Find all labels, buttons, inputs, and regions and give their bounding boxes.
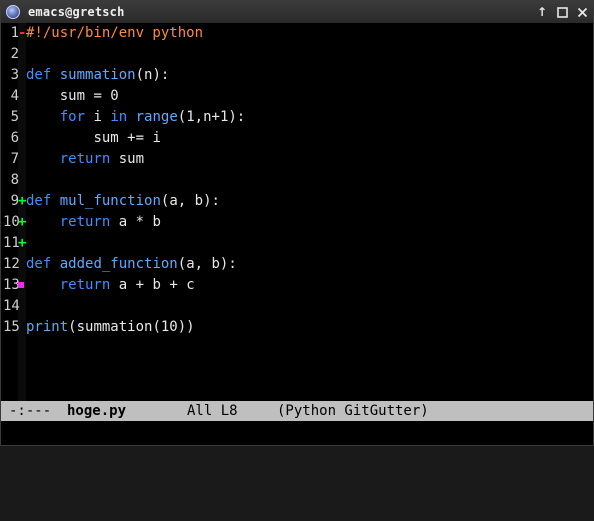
modeline-major-mode[interactable]: (Python GitGutter) xyxy=(277,401,429,421)
code-line[interactable]: 8 xyxy=(1,170,593,191)
minibuffer[interactable] xyxy=(1,421,593,445)
code-text: return a * b xyxy=(59,214,161,230)
mode-line[interactable]: -:--- hoge.py All L8 (Python GitGutter) xyxy=(1,401,593,421)
line-number: 2 xyxy=(10,46,19,62)
code-text: sum += i xyxy=(93,130,161,146)
line-number: 8 xyxy=(10,172,19,188)
editor-buffer[interactable]: 1- #!/usr/bin/env python 2 3 def summation(n… xyxy=(1,23,593,401)
line-number: 7 xyxy=(10,151,19,167)
code-line[interactable]: 4 sum = 0 xyxy=(1,86,593,107)
code-text: for i in range(1,n+1): xyxy=(59,109,246,125)
line-number: 6 xyxy=(10,130,19,146)
gitgutter-added-icon: + xyxy=(18,193,27,209)
line-number: 9 xyxy=(10,193,19,209)
code-text: def added_function(a, b): xyxy=(26,256,237,272)
line-number: 15 xyxy=(3,319,20,335)
emacs-window: emacs@gretsch ↑ 1- #!/usr/bin/env python 2… xyxy=(0,0,594,446)
gitgutter-added-icon: + xyxy=(18,214,27,230)
code-line[interactable]: 6 sum += i xyxy=(1,128,593,149)
code-line[interactable]: 14 xyxy=(1,296,593,317)
code-line[interactable]: 15 print(summation(10)) xyxy=(1,317,593,338)
code-line[interactable]: 3 def summation(n): xyxy=(1,65,593,86)
code-text: #!/usr/bin/env python xyxy=(26,25,204,41)
line-number: 1 xyxy=(10,25,19,41)
code-line[interactable]: 10 + return a * b xyxy=(1,212,593,233)
window-title: emacs@gretsch xyxy=(28,5,125,19)
title-bar[interactable]: emacs@gretsch ↑ xyxy=(1,1,593,23)
code-line[interactable]: 1- #!/usr/bin/env python xyxy=(1,23,593,44)
modeline-status: -:--- xyxy=(9,403,52,419)
code-text: return a + b + c xyxy=(59,277,195,293)
close-icon xyxy=(577,7,587,17)
emacs-app-icon[interactable] xyxy=(6,5,20,19)
code-line[interactable]: 12 def added_function(a, b): xyxy=(1,254,593,275)
code-text: print(summation(10)) xyxy=(26,319,195,335)
modeline-position: All L8 xyxy=(187,403,238,419)
line-number: 12 xyxy=(3,256,20,272)
line-number: 5 xyxy=(10,109,19,125)
code-line[interactable]: 11 + xyxy=(1,233,593,254)
line-number: 14 xyxy=(3,298,20,314)
line-number: 13 xyxy=(3,277,20,293)
arrow-up-icon: ↑ xyxy=(536,5,548,19)
modeline-buffer-name[interactable]: hoge.py xyxy=(67,401,126,421)
line-number: 11 xyxy=(3,235,20,251)
gitgutter-deleted-icon: - xyxy=(18,25,27,41)
code-line[interactable]: 13 return a + b + c xyxy=(1,275,593,296)
line-number: 4 xyxy=(10,88,19,104)
code-line[interactable]: 9 + def mul_function(a, b): xyxy=(1,191,593,212)
code-line[interactable]: 5 for i in range(1,n+1): xyxy=(1,107,593,128)
code-line[interactable]: 2 xyxy=(1,44,593,65)
code-line[interactable]: 7 return sum xyxy=(1,149,593,170)
code-text: def mul_function(a, b): xyxy=(26,193,220,209)
line-number: 3 xyxy=(10,67,19,83)
code-text: return sum xyxy=(59,151,145,167)
maximize-button[interactable] xyxy=(553,3,571,21)
pin-up-button[interactable]: ↑ xyxy=(533,3,551,21)
close-button[interactable] xyxy=(573,3,591,21)
code-text: sum = 0 xyxy=(59,88,119,104)
gitgutter-added-icon: + xyxy=(18,235,27,251)
gitgutter-modified-icon xyxy=(18,282,24,288)
code-text: def summation(n): xyxy=(26,67,170,83)
line-number: 10 xyxy=(3,214,20,230)
maximize-icon xyxy=(556,6,568,18)
